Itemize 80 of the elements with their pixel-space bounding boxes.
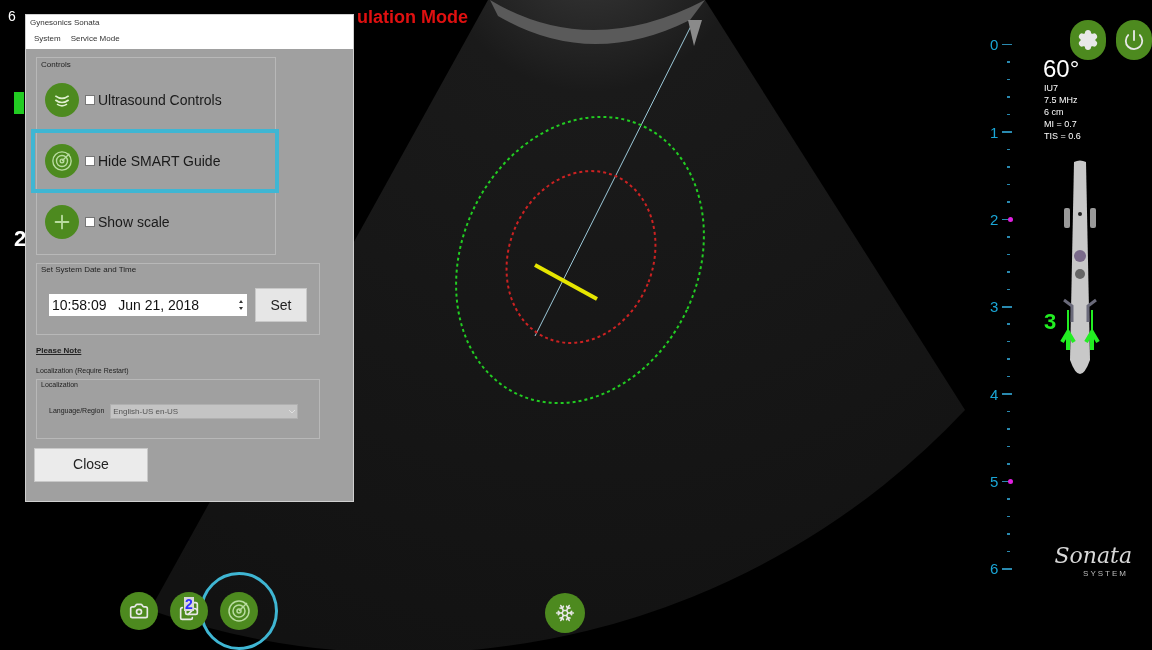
menu-item[interactable]: Service Mode bbox=[70, 33, 120, 45]
minor-tick bbox=[1007, 463, 1010, 465]
depth-label: 3 bbox=[990, 298, 1000, 316]
minor-tick bbox=[1007, 428, 1010, 430]
minor-tick bbox=[1007, 358, 1010, 360]
minor-tick bbox=[1007, 236, 1010, 238]
depth-tick bbox=[1002, 44, 1012, 46]
depth-label: 4 bbox=[990, 385, 1000, 403]
minor-tick bbox=[1007, 271, 1010, 273]
minor-tick bbox=[1007, 166, 1010, 168]
datetime-field[interactable]: 10:58:09 Jun 21, 2018 bbox=[49, 294, 247, 316]
minor-tick bbox=[1007, 515, 1010, 518]
power-button[interactable] bbox=[1116, 20, 1152, 60]
minor-tick bbox=[1007, 183, 1010, 186]
checkbox[interactable] bbox=[85, 217, 95, 227]
depth-tick bbox=[1002, 306, 1012, 308]
minor-tick bbox=[1007, 340, 1010, 343]
window-title: Gynesonics Sonata bbox=[30, 17, 101, 29]
minor-tick bbox=[1007, 498, 1010, 500]
minor-tick bbox=[1007, 288, 1010, 291]
minor-tick bbox=[1007, 410, 1010, 413]
depth-tick bbox=[1002, 568, 1012, 570]
depth-tick bbox=[1002, 393, 1012, 395]
minor-tick bbox=[1007, 533, 1010, 535]
minor-tick bbox=[1007, 61, 1010, 63]
minor-tick bbox=[1007, 78, 1010, 81]
readout-text: MI = 0.7 bbox=[1044, 118, 1078, 130]
settings-button[interactable] bbox=[1070, 20, 1106, 60]
depth-label: 5 bbox=[990, 472, 1000, 490]
close-button[interactable]: Close bbox=[34, 447, 148, 482]
depth-label: 0 bbox=[990, 36, 1000, 54]
status-text: 6 bbox=[8, 7, 16, 26]
group-title: Set System Date and Time bbox=[41, 264, 138, 276]
depth-label: 6 bbox=[990, 560, 1000, 578]
target-icon bbox=[51, 150, 73, 172]
readout-text: 6 cm bbox=[1044, 106, 1065, 118]
note-text: Please Note bbox=[36, 345, 83, 357]
depth-label: 2 bbox=[990, 210, 1000, 228]
checkbox-label[interactable]: Hide SMART Guide bbox=[98, 150, 221, 172]
control-button[interactable] bbox=[45, 144, 79, 178]
chevron-icon bbox=[289, 409, 296, 414]
side-text: 2 bbox=[14, 225, 27, 253]
image-count-badge: 2 bbox=[184, 597, 194, 611]
readout-text: IU7 bbox=[1044, 82, 1059, 94]
guide-line bbox=[532, 262, 600, 302]
target-icon bbox=[227, 599, 251, 623]
camera-button[interactable] bbox=[120, 592, 158, 630]
checkbox-label[interactable]: Ultrasound Controls bbox=[98, 89, 222, 111]
logo-subtitle: SYSTEM bbox=[1083, 568, 1128, 580]
control-button[interactable] bbox=[45, 205, 79, 239]
minor-tick bbox=[1007, 148, 1010, 151]
group-title: Controls bbox=[41, 59, 72, 71]
mode-text: ulation Mode bbox=[357, 6, 468, 29]
depth-tick bbox=[1002, 131, 1012, 133]
angle-readout: 60° bbox=[1042, 56, 1081, 82]
camera-icon bbox=[129, 601, 149, 621]
checkbox-label[interactable]: Show scale bbox=[98, 211, 170, 233]
checkbox[interactable] bbox=[85, 95, 95, 105]
readout-text: TIS = 0.6 bbox=[1044, 130, 1082, 142]
depth-label: 1 bbox=[990, 123, 1000, 141]
spinner-icon bbox=[238, 299, 244, 311]
minor-tick bbox=[1007, 445, 1010, 448]
minor-tick bbox=[1007, 253, 1010, 256]
set-button[interactable]: Set bbox=[255, 288, 307, 322]
readout-text: 7.5 MHz bbox=[1044, 94, 1079, 106]
minor-tick bbox=[1007, 96, 1010, 98]
minor-tick bbox=[1007, 375, 1010, 378]
power-icon bbox=[1123, 29, 1145, 51]
minor-tick bbox=[1007, 113, 1010, 116]
menu-item[interactable]: System bbox=[34, 33, 61, 45]
snowflake-icon bbox=[555, 603, 575, 623]
probe-count: 3 bbox=[1044, 310, 1057, 334]
status-indicator bbox=[14, 92, 24, 114]
minor-tick bbox=[1007, 201, 1010, 203]
settings-icon bbox=[1077, 29, 1099, 51]
logo-text: Sonata bbox=[1054, 544, 1132, 568]
minor-tick bbox=[1007, 550, 1010, 553]
control-button[interactable] bbox=[45, 83, 79, 117]
minor-tick bbox=[1007, 323, 1010, 325]
checkbox[interactable] bbox=[85, 156, 95, 166]
